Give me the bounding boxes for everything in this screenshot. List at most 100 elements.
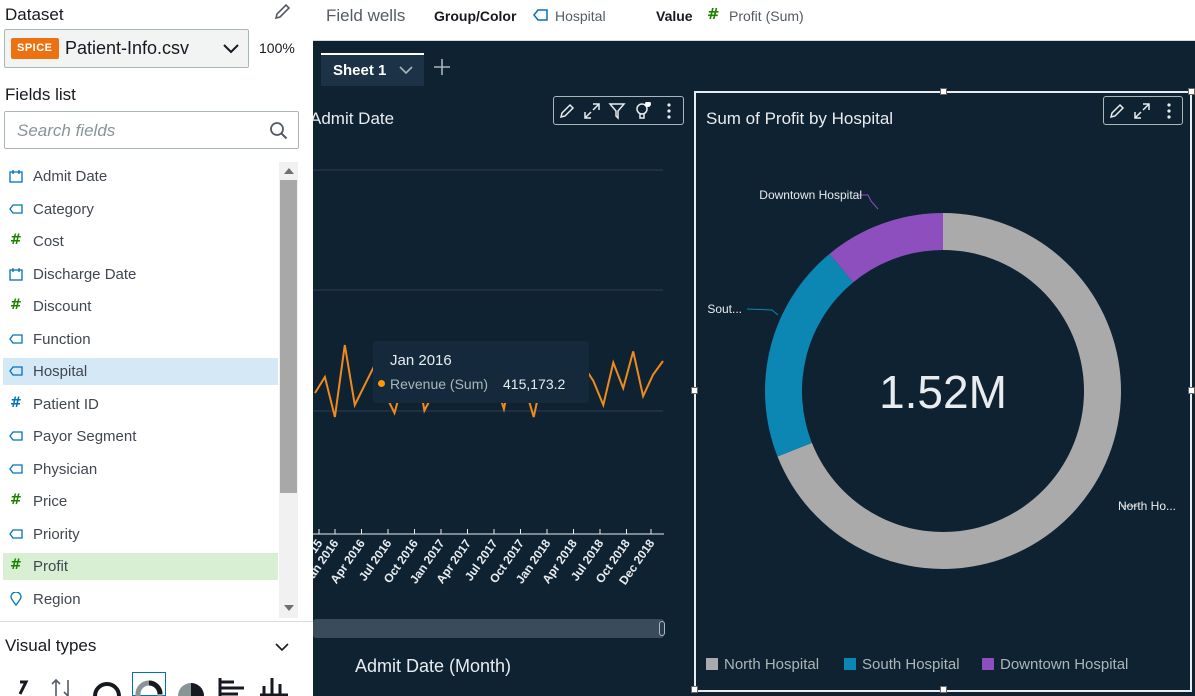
pie-chart-type-icon[interactable] [174, 672, 208, 696]
tooltip-series: Revenue (Sum) [390, 376, 489, 392]
donut-chart-type-icon[interactable] [132, 672, 166, 696]
field-item[interactable]: Hospital [3, 358, 278, 385]
field-item-label: Payor Segment [33, 428, 137, 445]
more-options-icon[interactable] [1160, 102, 1178, 120]
slice-leader-line [746, 308, 779, 316]
dataset-name: Patient-Info.csv [65, 38, 190, 58]
field-item[interactable]: # Price [3, 488, 278, 515]
scroll-up-arrow-icon[interactable] [284, 168, 294, 174]
field-item-label: Priority [33, 525, 80, 543]
expand-icon[interactable] [1133, 102, 1151, 120]
field-wells-title[interactable]: Field wells [326, 6, 405, 26]
fields-list-label: Fields list [5, 85, 76, 104]
legend-label: North Hospital [724, 656, 820, 673]
measure-hash-icon: # [10, 297, 22, 313]
legend-label: Downtown Hospital [1000, 656, 1129, 673]
pencil-icon[interactable] [272, 2, 292, 22]
tab-sheet-1[interactable]: Sheet 1 [321, 53, 424, 86]
legend-item[interactable]: South Hospital [844, 656, 960, 673]
field-item-label: Region [33, 590, 81, 608]
legend-item[interactable]: Downtown Hospital [982, 656, 1128, 673]
location-pin-icon [10, 591, 22, 606]
line-visual-toolbar [553, 96, 684, 125]
field-item-label: Category [33, 200, 94, 218]
horizontal-bar-type-icon[interactable] [216, 672, 250, 696]
field-item[interactable]: Discharge Date [3, 261, 278, 288]
expand-icon[interactable] [583, 102, 601, 120]
field-item[interactable]: Payor Segment [3, 423, 278, 450]
legend-swatch [844, 658, 856, 670]
dimension-tag-icon [533, 9, 548, 21]
field-item-label: Discharge Date [33, 265, 137, 283]
dataset-label: Dataset [5, 5, 64, 24]
chevron-down-icon [223, 44, 239, 54]
search-fields-input[interactable]: Search fields [4, 111, 299, 149]
filter-icon[interactable] [608, 102, 626, 120]
dataset-percent: 100% [259, 40, 295, 56]
donut-outline-icon[interactable] [90, 672, 124, 696]
field-item[interactable]: Physician [3, 456, 278, 483]
calendar-icon [9, 267, 23, 281]
dataset-select[interactable]: SPICE Patient-Info.csv [4, 29, 249, 68]
slice-label: Sout... [707, 302, 742, 316]
value-field[interactable]: Profit (Sum) [729, 8, 804, 24]
chevron-down-icon[interactable] [399, 65, 413, 75]
scroll-down-arrow-icon[interactable] [284, 605, 294, 611]
legend-item[interactable]: North Hospital [706, 656, 819, 673]
chart-tooltip: Jan 2016 Revenue (Sum) 415,173.2 [373, 341, 589, 403]
resize-handle[interactable] [940, 686, 947, 693]
slice-label: Downtown Hospital [759, 188, 862, 202]
tab-label: Sheet 1 [333, 62, 387, 79]
donut-slice [829, 213, 943, 283]
field-item-label: Admit Date [33, 168, 108, 185]
field-item[interactable]: # Profit [3, 553, 278, 580]
field-wells-bar: Field wells Group/Color Hospital Value #… [313, 0, 1195, 41]
donut-visual-toolbar [1103, 96, 1183, 125]
scrollbar-thumb[interactable] [280, 180, 297, 493]
measure-hash-icon: # [10, 232, 22, 248]
field-item-label: Profit [33, 558, 69, 575]
field-item[interactable]: # Patient ID [3, 391, 278, 418]
range-slider-handle[interactable] [659, 621, 665, 636]
resize-handle[interactable] [691, 686, 698, 693]
field-item[interactable]: Priority [3, 521, 278, 548]
divider [0, 621, 313, 622]
left-panel: Dataset SPICE Patient-Info.csv 100% Fiel… [0, 0, 313, 696]
measure-hash-icon: # [10, 557, 22, 573]
add-sheet-icon[interactable] [432, 57, 452, 77]
series-color-dot [378, 380, 385, 387]
field-item-label: Patient ID [33, 395, 99, 413]
sort-arrows-icon[interactable] [48, 672, 82, 696]
pencil-icon[interactable] [1108, 102, 1126, 120]
range-slider[interactable] [313, 619, 664, 638]
chevron-down-icon[interactable] [274, 640, 290, 654]
measure-hash-icon: # [10, 394, 22, 411]
slice-label: North Ho... [1118, 499, 1176, 513]
more-options-icon[interactable] [660, 102, 678, 120]
field-item-label: Cost [33, 233, 64, 250]
vertical-bar-type-icon[interactable] [258, 672, 292, 696]
autograph-icon[interactable] [6, 672, 40, 696]
dimension-tag-icon [9, 463, 23, 474]
spice-badge: SPICE [11, 38, 59, 59]
field-item[interactable]: Admit Date [3, 163, 278, 190]
field-item-label: Physician [33, 460, 98, 478]
pencil-icon[interactable] [558, 102, 576, 120]
dimension-tag-icon [9, 528, 23, 539]
field-item[interactable]: Category [3, 196, 278, 223]
resize-handle[interactable] [1188, 88, 1195, 95]
donut-chart[interactable]: 1.52M Downtown Hospital Sout... North Ho... [694, 151, 1192, 631]
field-item[interactable]: # Discount [3, 293, 278, 320]
resize-handle[interactable] [940, 88, 947, 95]
value-label: Value [656, 8, 693, 24]
tooltip-value: 415,173.2 [503, 376, 566, 392]
field-item[interactable]: Region [3, 586, 278, 613]
field-item[interactable]: # Cost [3, 228, 278, 255]
lightbulb-icon[interactable] [633, 102, 651, 120]
visual-types-label: Visual types [5, 636, 97, 655]
dimension-tag-icon [9, 203, 23, 214]
dimension-tag-icon [9, 366, 23, 376]
group-color-field[interactable]: Hospital [555, 8, 606, 24]
field-item[interactable]: Function [3, 326, 278, 353]
measure-hash-icon: # [10, 492, 22, 508]
